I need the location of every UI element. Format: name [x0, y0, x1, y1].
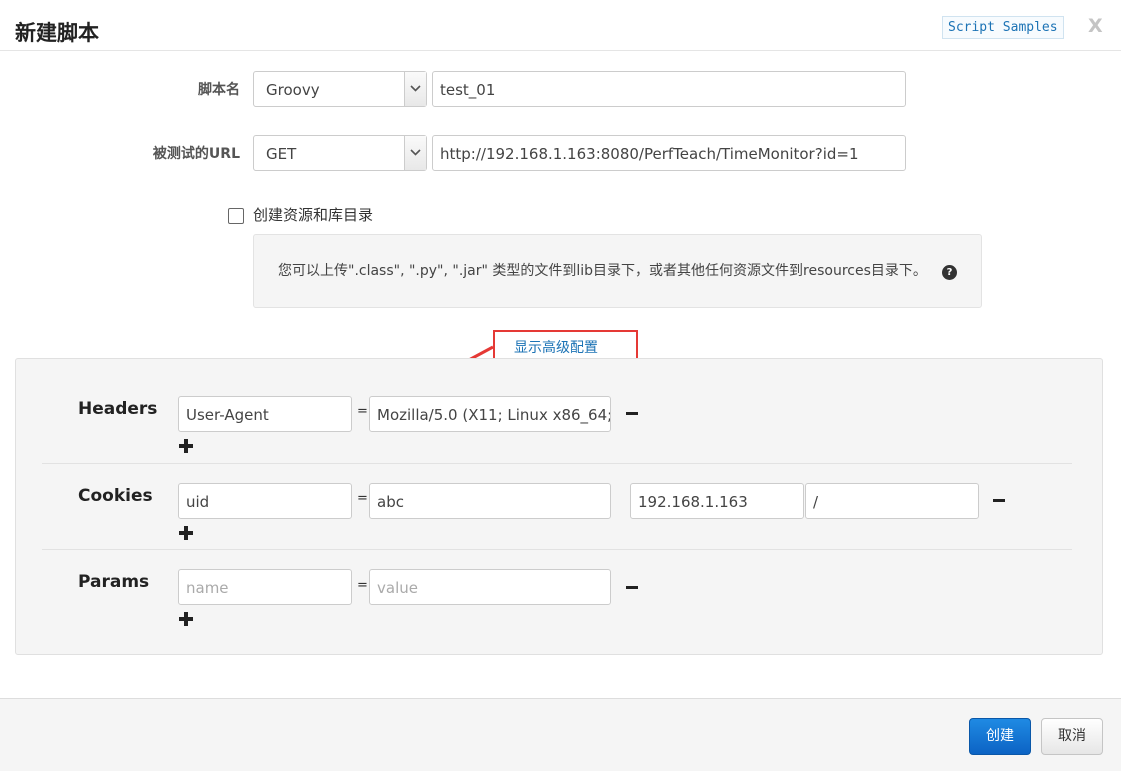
header-value-value: Mozilla/5.0 (X11; Linux x86_64; rv:1	[377, 406, 611, 424]
upload-info-text: 您可以上传".class", ".py", ".jar" 类型的文件到lib目录…	[278, 263, 927, 279]
add-header-icon[interactable]	[179, 439, 193, 453]
cookie-name-input[interactable]: uid	[178, 483, 352, 519]
advanced-config-label: 显示高级配置	[514, 340, 598, 356]
param-name-input[interactable]: name	[178, 569, 352, 605]
section-divider	[42, 549, 1072, 550]
remove-header-icon[interactable]	[626, 412, 638, 415]
language-select-value: Groovy	[266, 81, 320, 99]
cookie-path-value: /	[813, 493, 819, 511]
cookie-value-input[interactable]: abc	[369, 483, 611, 519]
close-button[interactable]: X	[1088, 14, 1103, 38]
create-dirs-checkbox[interactable]	[228, 208, 244, 224]
script-name-input[interactable]: test_01	[432, 71, 906, 107]
dialog-title: 新建脚本	[15, 21, 99, 45]
create-dirs-label[interactable]: 创建资源和库目录	[253, 205, 373, 225]
create-button[interactable]: 创建	[969, 718, 1031, 755]
script-samples-link[interactable]: Script Samples	[942, 16, 1064, 39]
param-name-placeholder: name	[186, 579, 229, 597]
add-param-icon[interactable]	[179, 612, 193, 626]
upload-info-box: 您可以上传".class", ".py", ".jar" 类型的文件到lib目录…	[253, 234, 982, 308]
cancel-button[interactable]: 取消	[1041, 718, 1103, 755]
url-label: 被测试的URL	[152, 146, 240, 162]
cookie-name-value: uid	[186, 493, 210, 511]
add-cookie-icon[interactable]	[179, 526, 193, 540]
header-equals: =	[357, 404, 368, 419]
cookie-domain-value: 192.168.1.163	[638, 493, 748, 511]
header-name-value: User-Agent	[186, 406, 269, 424]
question-help-icon[interactable]: ?	[942, 265, 957, 280]
language-select[interactable]: Groovy	[253, 71, 427, 107]
section-divider	[42, 463, 1072, 464]
remove-param-icon[interactable]	[626, 586, 638, 589]
dialog-footer	[0, 698, 1121, 771]
url-input[interactable]: http://192.168.1.163:8080/PerfTeach/Time…	[432, 135, 906, 171]
headers-label: Headers	[78, 399, 158, 419]
param-value-placeholder: value	[377, 579, 418, 597]
params-label: Params	[78, 572, 150, 592]
chevron-down-icon	[404, 136, 426, 170]
url-value: http://192.168.1.163:8080/PerfTeach/Time…	[440, 145, 859, 163]
header-value-input[interactable]: Mozilla/5.0 (X11; Linux x86_64; rv:1	[369, 396, 611, 432]
cookie-path-input[interactable]: /	[805, 483, 979, 519]
cookies-label: Cookies	[78, 486, 153, 506]
chevron-down-icon	[404, 72, 426, 106]
method-select[interactable]: GET	[253, 135, 427, 171]
cookie-equals: =	[357, 491, 368, 506]
cookie-domain-input[interactable]: 192.168.1.163	[630, 483, 804, 519]
cookie-value-value: abc	[377, 493, 404, 511]
remove-cookie-icon[interactable]	[993, 499, 1005, 502]
script-name-label: 脚本名	[198, 82, 240, 98]
method-select-value: GET	[266, 145, 297, 163]
script-name-value: test_01	[440, 81, 496, 99]
param-equals: =	[357, 578, 368, 593]
dialog-header: 新建脚本 Script Samples X	[0, 0, 1121, 51]
new-script-dialog: 新建脚本 Script Samples X 脚本名 Groovy test_01…	[0, 0, 1121, 771]
param-value-input[interactable]: value	[369, 569, 611, 605]
header-name-input[interactable]: User-Agent	[178, 396, 352, 432]
